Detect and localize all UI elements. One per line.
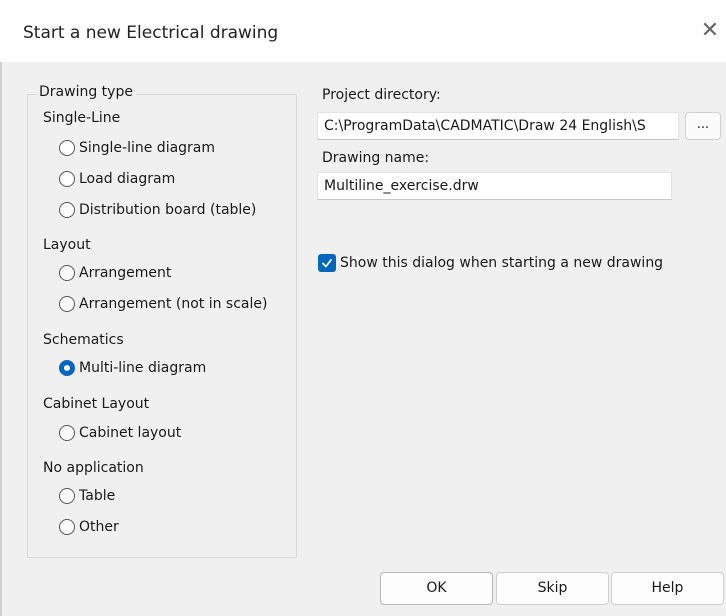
radio-button[interactable] bbox=[59, 202, 75, 218]
browse-button[interactable]: ... bbox=[685, 112, 721, 140]
section-label-layout: Layout bbox=[43, 237, 91, 253]
radio-label: Load diagram bbox=[79, 171, 176, 187]
radio-label: Arrangement (not in scale) bbox=[79, 296, 268, 312]
radio-button[interactable] bbox=[59, 265, 75, 281]
title-bar: Start a new Electrical drawing ✕ bbox=[0, 0, 726, 62]
radio-label: Multi-line diagram bbox=[79, 360, 207, 376]
radio-button-selected[interactable] bbox=[59, 360, 75, 376]
show-dialog-checkbox[interactable] bbox=[318, 254, 336, 272]
radio-button[interactable] bbox=[59, 140, 75, 156]
project-directory-input[interactable]: C:\ProgramData\CADMATIC\Draw 24 English\… bbox=[317, 112, 679, 140]
section-label-schematics: Schematics bbox=[43, 332, 124, 348]
help-button[interactable]: Help bbox=[611, 572, 724, 605]
drawing-type-legend: Drawing type bbox=[36, 84, 136, 100]
radio-label: Cabinet layout bbox=[79, 425, 182, 441]
radio-other[interactable]: Other bbox=[59, 516, 119, 538]
radio-arrangement-not-in-scale[interactable]: Arrangement (not in scale) bbox=[59, 293, 267, 315]
radio-label: Table bbox=[79, 488, 116, 504]
radio-button[interactable] bbox=[59, 425, 75, 441]
radio-label: Single-line diagram bbox=[79, 140, 216, 156]
show-dialog-label: Show this dialog when starting a new dra… bbox=[340, 255, 664, 271]
radio-single-line-diagram[interactable]: Single-line diagram bbox=[59, 137, 215, 159]
ok-button[interactable]: OK bbox=[380, 572, 493, 605]
radio-arrangement[interactable]: Arrangement bbox=[59, 262, 171, 284]
close-icon[interactable]: ✕ bbox=[697, 18, 723, 44]
section-label-cabinet-layout: Cabinet Layout bbox=[43, 396, 150, 412]
radio-cabinet-layout[interactable]: Cabinet layout bbox=[59, 422, 181, 444]
radio-multi-line-diagram[interactable]: Multi-line diagram bbox=[59, 357, 206, 379]
project-directory-label: Project directory: bbox=[322, 87, 441, 103]
drawing-name-input[interactable]: Multiline_exercise.drw bbox=[317, 172, 672, 200]
checkmark-icon bbox=[322, 259, 332, 268]
radio-button[interactable] bbox=[59, 296, 75, 312]
radio-button[interactable] bbox=[59, 171, 75, 187]
window-title: Start a new Electrical drawing bbox=[23, 23, 279, 43]
drawing-name-label: Drawing name: bbox=[322, 150, 430, 166]
section-label-no-application: No application bbox=[43, 460, 144, 476]
radio-distribution-board[interactable]: Distribution board (table) bbox=[59, 199, 256, 221]
skip-button[interactable]: Skip bbox=[496, 572, 609, 605]
radio-table[interactable]: Table bbox=[59, 485, 115, 507]
radio-load-diagram[interactable]: Load diagram bbox=[59, 168, 175, 190]
radio-label: Arrangement bbox=[79, 265, 172, 281]
window-left-edge bbox=[0, 0, 2, 616]
radio-button[interactable] bbox=[59, 519, 75, 535]
show-dialog-checkbox-row[interactable]: Show this dialog when starting a new dra… bbox=[318, 254, 663, 272]
radio-label: Other bbox=[79, 519, 119, 535]
radio-button[interactable] bbox=[59, 488, 75, 504]
radio-label: Distribution board (table) bbox=[79, 202, 257, 218]
section-label-single-line: Single-Line bbox=[43, 110, 121, 126]
